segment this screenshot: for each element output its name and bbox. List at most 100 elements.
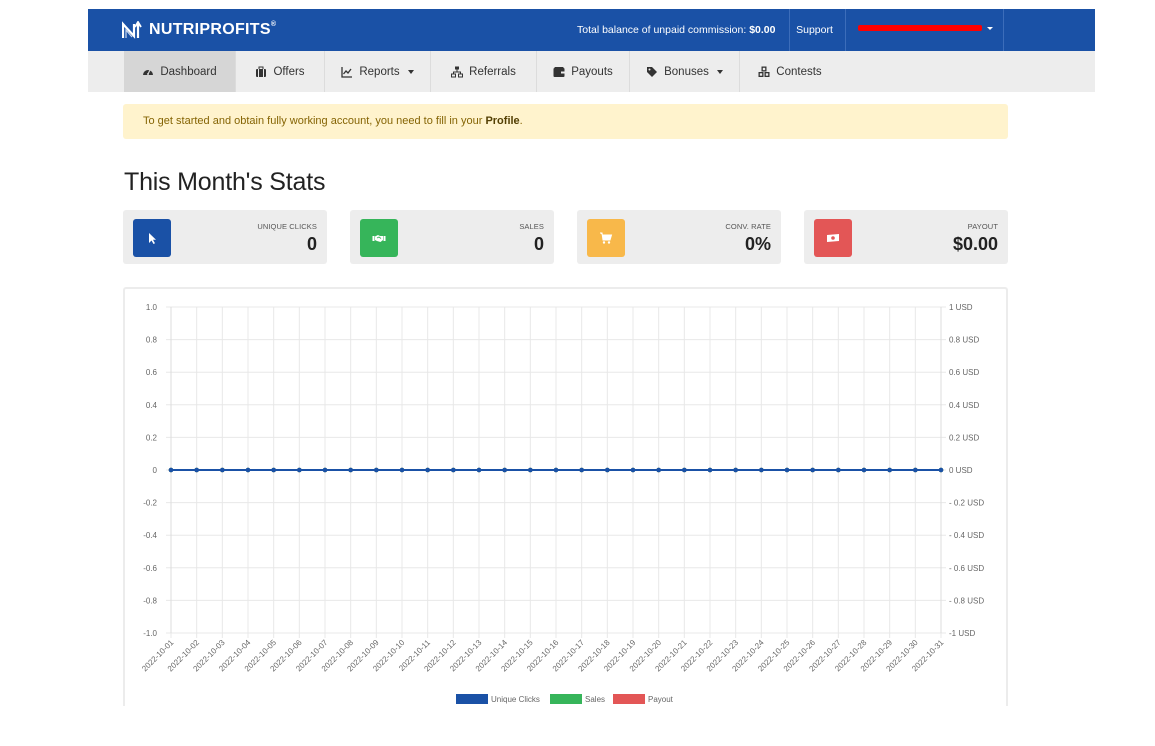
stat-card-conv-rate: CONV. RATE 0% [577, 210, 781, 264]
nav-payouts[interactable]: Payouts [537, 51, 630, 92]
balance-label: Total balance of unpaid commission: [577, 24, 747, 36]
y-tick-label-right: 0.4 USD [949, 401, 979, 410]
stat-label: UNIQUE CLICKS [257, 222, 317, 231]
y-tick-label-left: 0 [153, 466, 158, 475]
legend-label: Sales [585, 695, 605, 704]
tachometer-icon [143, 69, 154, 75]
handshake-icon [372, 235, 386, 242]
stat-card-unique-clicks: UNIQUE CLICKS 0 [123, 210, 327, 264]
nav-label: Contests [776, 65, 822, 78]
data-point [451, 467, 456, 473]
legend-swatch [456, 694, 488, 704]
stat-value: 0 [306, 234, 317, 254]
data-point [836, 467, 841, 473]
y-tick-label-right: - 0.4 USD [949, 531, 984, 540]
unpaid-commission-balance: Total balance of unpaid commission: $0.0… [577, 9, 791, 51]
nav-offers[interactable]: Offers [236, 51, 325, 92]
cart-icon-box [587, 219, 625, 257]
nav-dashboard[interactable]: Dashboard [124, 51, 236, 92]
data-point [605, 467, 610, 473]
data-point [245, 467, 251, 473]
y-tick-label-left: 0.4 [146, 401, 158, 410]
y-tick-label-right: -1 USD [949, 629, 975, 638]
page-title: This Month's Stats [124, 168, 326, 196]
data-point [630, 467, 636, 473]
stats-line-chart: 1.0 1 USD 0.8 0.8 USD 0.6 0.6 USD 0.4 0.4 USD 0.… [140, 303, 984, 704]
nav-label: Referrals [469, 65, 516, 78]
tag-icon [647, 66, 658, 77]
data-point [887, 467, 892, 473]
stat-value: 0% [744, 234, 771, 254]
redacted-username [858, 25, 982, 31]
data-point [348, 467, 353, 473]
y-tick-label-right: - 0.8 USD [949, 596, 984, 605]
y-tick-label-right: - 0.6 USD [949, 564, 984, 573]
data-point [297, 467, 302, 473]
nutriprofits-logo-icon [122, 21, 142, 39]
support-link[interactable]: Support [784, 9, 846, 51]
y-tick-label-right: 0.2 USD [949, 433, 979, 442]
data-point [707, 467, 713, 473]
legend-label: Payout [648, 695, 674, 704]
stat-label: SALES [519, 222, 544, 231]
stat-card-payout: PAYOUT $0.00 [804, 210, 1008, 264]
y-tick-label-left: 0.6 [146, 368, 158, 377]
brand-logo[interactable]: NUTRIPROFITS® [122, 20, 276, 40]
nav-label: Reports [359, 65, 400, 78]
data-point [220, 467, 225, 473]
page-bottom [0, 706, 1155, 746]
sitemap-icon [451, 66, 464, 77]
data-point [733, 467, 738, 473]
legend-swatch [550, 694, 582, 704]
data-point [784, 467, 790, 473]
y-tick-label-left: 0.2 [146, 433, 158, 442]
data-point [528, 467, 533, 473]
stat-card-sales: SALES 0 [350, 210, 554, 264]
y-tick-label-right: 0.8 USD [949, 336, 979, 345]
data-point [810, 467, 815, 473]
caret-down-icon [716, 69, 723, 74]
caret-down-icon [987, 27, 993, 30]
data-point [425, 467, 430, 473]
stats-chart-panel: 1.0 1 USD 0.8 0.8 USD 0.6 0.6 USD 0.4 0.4 USD 0.… [123, 287, 1008, 746]
y-tick-label-left: -0.2 [143, 499, 157, 508]
caret-down-icon [407, 69, 414, 74]
y-tick-label-left: -0.6 [143, 564, 157, 573]
stat-value: $0.00 [952, 234, 998, 254]
profile-alert: To get started and obtain fully working … [123, 104, 1008, 139]
nav-contests[interactable]: Contests [740, 51, 840, 92]
nav-label: Dashboard [160, 65, 217, 78]
wallet-icon [553, 66, 565, 77]
data-point [861, 467, 867, 473]
user-menu-dropdown[interactable] [846, 9, 1004, 51]
data-point [168, 467, 174, 473]
brand-name: NUTRIPROFITS® [149, 21, 277, 38]
data-point [656, 467, 661, 473]
stat-value: 0 [533, 234, 544, 254]
nav-referrals[interactable]: Referrals [431, 51, 537, 92]
legend-swatch [613, 694, 645, 704]
data-point [682, 467, 687, 473]
data-point [322, 467, 328, 473]
line-chart-icon [341, 66, 353, 78]
stat-label: PAYOUT [967, 222, 998, 231]
money-icon-box [814, 219, 852, 257]
nav-bonuses[interactable]: Bonuses [630, 51, 740, 92]
data-point [579, 467, 584, 473]
data-point [271, 467, 276, 473]
alert-text: To get started and obtain fully working … [143, 115, 486, 127]
profile-link[interactable]: Profile [485, 115, 519, 127]
legend-label: Unique Clicks [491, 695, 540, 704]
y-tick-label-left: 0.8 [146, 336, 158, 345]
nav-reports[interactable]: Reports [325, 51, 431, 92]
nav-label: Payouts [571, 65, 613, 78]
data-point [194, 467, 199, 473]
y-tick-label-left: -0.8 [143, 596, 157, 605]
cart-icon [600, 232, 613, 244]
handshake-icon-box [360, 219, 398, 257]
cursor-icon-box [133, 219, 171, 257]
cursor-icon [149, 233, 156, 244]
y-tick-label-left: -0.4 [143, 531, 157, 540]
data-point [476, 467, 482, 473]
main-navigation: Dashboard Offers Reports Referrals Payou… [88, 51, 1095, 92]
